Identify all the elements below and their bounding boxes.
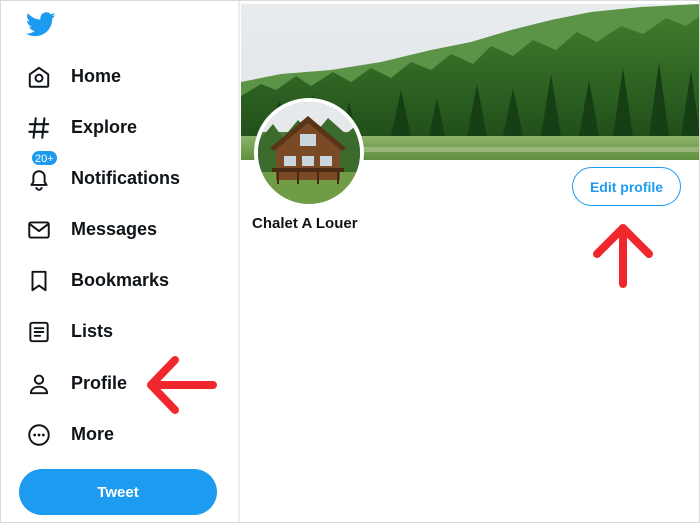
- nav-label-messages: Messages: [71, 219, 158, 239]
- nav-item-messages[interactable]: Messages: [0, 207, 230, 251]
- arrow-annotation-profile: [147, 356, 217, 414]
- nav-label-profile: Profile: [71, 373, 128, 393]
- profile-display-name: Chalet A Louer: [252, 215, 358, 232]
- nav-label-notifications: Notifications: [71, 168, 181, 188]
- nav-label-more: More: [71, 424, 115, 444]
- edit-profile-button[interactable]: Edit profile: [572, 167, 681, 206]
- sidebar: Home Explore 20+ Notifications Messages …: [0, 0, 240, 523]
- twitter-bird-icon[interactable]: [25, 9, 56, 39]
- hashtag-icon: [26, 115, 52, 141]
- arrow-annotation-edit-profile: [593, 224, 653, 288]
- tweet-button[interactable]: Tweet: [19, 469, 217, 515]
- list-icon: [26, 319, 52, 345]
- nav-item-notifications[interactable]: 20+ Notifications: [0, 150, 230, 200]
- nav-label-explore: Explore: [71, 117, 138, 137]
- nav-label-home: Home: [71, 66, 122, 86]
- bookmark-icon: [26, 268, 52, 294]
- notifications-badge: 20+: [31, 150, 58, 166]
- nav-label-lists: Lists: [71, 321, 114, 341]
- nav-label-bookmarks: Bookmarks: [71, 270, 170, 290]
- profile-avatar[interactable]: [254, 98, 364, 208]
- envelope-icon: [26, 217, 52, 243]
- nav-item-bookmarks[interactable]: Bookmarks: [0, 258, 230, 302]
- nav-item-more[interactable]: More: [0, 412, 230, 456]
- bell-icon: [26, 166, 52, 192]
- person-icon: [26, 371, 52, 397]
- nav-item-lists[interactable]: Lists: [0, 309, 230, 353]
- nav-item-explore[interactable]: Explore: [0, 105, 230, 149]
- nav-item-home[interactable]: Home: [0, 54, 230, 98]
- sidebar-divider: [238, 0, 240, 523]
- more-circle-icon: [26, 422, 52, 448]
- home-icon: [26, 64, 52, 90]
